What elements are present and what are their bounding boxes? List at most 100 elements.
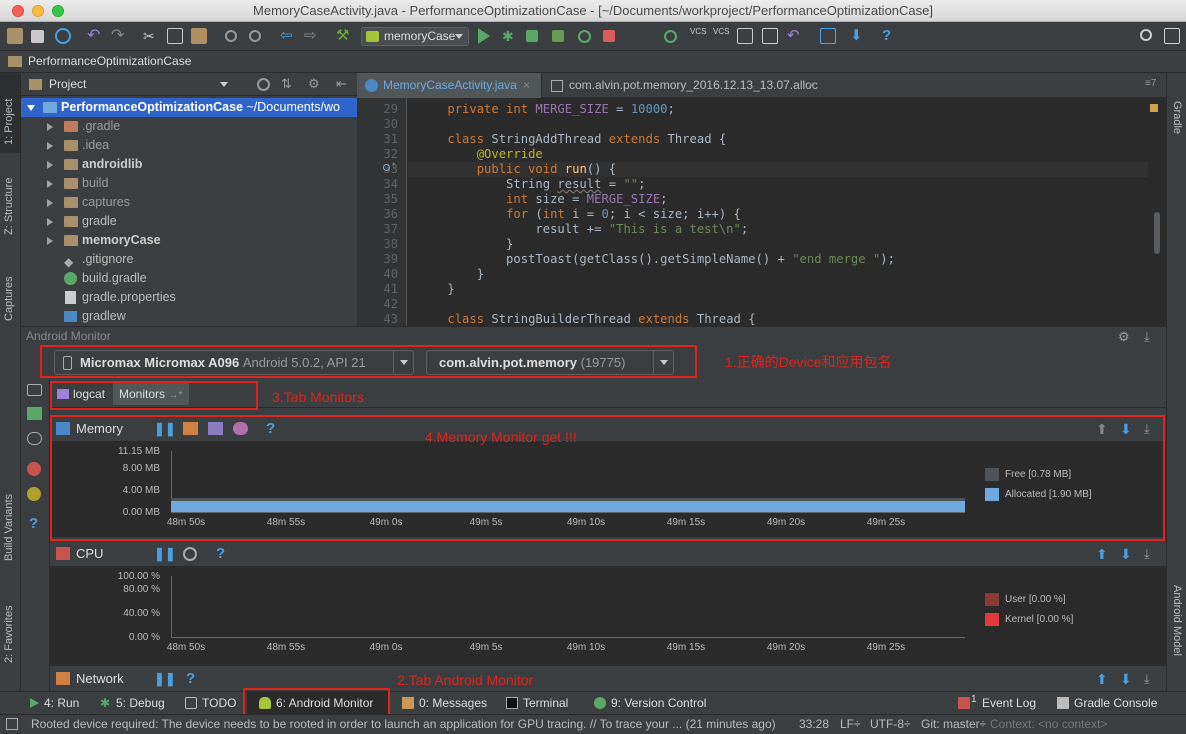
compare-icon[interactable] (737, 28, 753, 44)
git-branch[interactable]: Git: master÷ (921, 715, 986, 734)
screen-capture-icon[interactable] (27, 384, 42, 396)
move-down-icon[interactable]: ⬇ (1120, 542, 1132, 566)
inspection-status-icon[interactable] (1150, 104, 1158, 112)
close-tab-icon[interactable]: × (808, 73, 815, 98)
layout-inspector-icon[interactable] (27, 487, 41, 501)
profile-icon[interactable] (526, 30, 538, 42)
build-variants-tool-tab[interactable]: Build Variants (3, 494, 15, 561)
run-tool-tab[interactable]: 4: Run (30, 692, 79, 714)
help-icon[interactable]: ? (216, 542, 225, 566)
tree-item-build[interactable]: build (21, 174, 357, 193)
help-icon[interactable]: ? (29, 515, 38, 532)
sync-icon[interactable] (55, 28, 71, 44)
breadcrumb[interactable]: PerformanceOptimizationCase (28, 54, 191, 68)
tree-item-gitignore[interactable]: ◆ .gitignore (21, 250, 357, 269)
tab-memorycaseactivity[interactable]: MemoryCaseActivity.java × (357, 73, 542, 98)
redo-icon[interactable]: ↷ (111, 28, 127, 44)
favorites-tool-tab[interactable]: 2: Favorites (3, 606, 15, 663)
move-down-icon[interactable]: ⬇ (1120, 667, 1132, 691)
line-separator[interactable]: LF÷ (840, 715, 861, 734)
attach-debugger-icon[interactable] (552, 30, 564, 42)
captures-tool-tab[interactable]: Captures (3, 276, 15, 321)
toggle-tool-windows-icon[interactable] (6, 718, 18, 730)
tree-item-gradle-dir[interactable]: .gradle (21, 117, 357, 136)
move-up-icon[interactable]: ⬆ (1096, 667, 1108, 691)
layout-icon[interactable] (1164, 28, 1180, 44)
tree-item-memorycase[interactable]: memoryCase (21, 231, 357, 250)
project-tool-tab[interactable]: 1: Project (0, 73, 20, 153)
apply-changes-icon[interactable] (578, 30, 591, 43)
undo-icon[interactable]: ↶ (87, 28, 103, 44)
debug-icon[interactable]: ✱ (502, 28, 518, 44)
pause-icon[interactable]: ❚❚ (154, 542, 176, 566)
tab-alloc-file[interactable]: com.alvin.pot.memory_2016.12.13_13.07.al… (543, 73, 1145, 98)
make-project-icon[interactable]: ⚒ (336, 28, 352, 44)
tree-item-idea[interactable]: .idea (21, 136, 357, 155)
history-icon[interactable] (762, 28, 778, 44)
chevron-down-icon[interactable] (220, 82, 228, 87)
zoom-window-button[interactable] (52, 5, 64, 17)
tree-item-androidlib[interactable]: androidlib (21, 155, 357, 174)
settings-gear-icon[interactable]: ⚙ (308, 76, 320, 92)
file-encoding[interactable]: UTF-8÷ (870, 715, 911, 734)
pause-icon[interactable]: ❚❚ (154, 667, 176, 691)
find-icon[interactable] (225, 30, 237, 42)
paste-icon[interactable] (191, 28, 207, 44)
run-icon[interactable] (478, 28, 490, 44)
scroll-from-source-icon[interactable] (257, 78, 270, 91)
implements-marker-icon[interactable]: ↑ (391, 160, 396, 171)
gradle-tool-tab[interactable]: Gradle (1171, 101, 1183, 134)
tab-overflow[interactable]: ≡7 (1145, 78, 1156, 89)
help-icon[interactable]: ? (882, 28, 898, 44)
close-window-button[interactable] (12, 5, 24, 17)
sdk-manager-icon[interactable]: ⬇ (850, 28, 866, 44)
tree-item-gradlew[interactable]: gradlew (21, 307, 357, 326)
minimize-icon[interactable]: ⤓ (1144, 667, 1150, 691)
back-icon[interactable]: ⇦ (280, 28, 296, 44)
minimize-window-button[interactable] (32, 5, 44, 17)
search-everywhere-icon[interactable] (1140, 29, 1152, 41)
context-indicator[interactable]: Context: <no context> (990, 715, 1107, 734)
override-marker-icon[interactable] (383, 164, 390, 171)
version-control-tool-tab[interactable]: 9: Version Control (594, 692, 706, 714)
project-view-select[interactable]: Project (49, 77, 86, 91)
todo-tool-tab[interactable]: TODO (185, 692, 236, 714)
close-tab-icon[interactable]: × (523, 73, 530, 98)
screen-record-icon[interactable] (27, 407, 42, 420)
save-icon[interactable] (31, 30, 44, 43)
stop-icon[interactable] (603, 30, 615, 42)
collapse-all-icon[interactable]: ⇅ (281, 76, 292, 92)
code-area[interactable]: private int MERGE_SIZE = 10000; class St… (408, 98, 1148, 326)
run-config-select[interactable]: memoryCase (361, 27, 469, 46)
terminate-app-icon[interactable] (27, 462, 41, 476)
tree-item-gradle-properties[interactable]: gradle.properties (21, 288, 357, 307)
forward-icon[interactable]: ⇨ (304, 28, 320, 44)
gradle-sync-icon[interactable] (664, 30, 677, 43)
messages-tool-tab[interactable]: 0: Messages (402, 692, 487, 714)
tree-item-build-gradle[interactable]: build.gradle (21, 269, 357, 288)
tree-root[interactable]: PerformanceOptimizationCase ~/Documents/… (21, 98, 357, 117)
hide-panel-icon[interactable]: ⤓ (1144, 327, 1150, 346)
open-folder-icon[interactable] (7, 28, 23, 44)
terminal-tool-tab[interactable]: Terminal (506, 692, 568, 714)
cursor-position[interactable]: 33:28 (799, 715, 829, 734)
cut-icon[interactable]: ✂ (143, 28, 159, 44)
gradle-console-tool-tab[interactable]: Gradle Console (1057, 692, 1157, 714)
move-up-icon[interactable]: ⬆ (1096, 542, 1108, 566)
status-message[interactable]: Rooted device required: The device needs… (31, 715, 776, 734)
tree-item-captures[interactable]: captures (21, 193, 357, 212)
system-info-icon[interactable] (27, 432, 42, 445)
method-trace-icon[interactable] (183, 547, 197, 561)
android-model-tool-tab[interactable]: Android Model (1171, 585, 1183, 656)
copy-icon[interactable] (167, 28, 183, 44)
settings-gear-icon[interactable]: ⚙ (1118, 327, 1130, 346)
debug-tool-tab[interactable]: ✱ 5: Debug (100, 692, 165, 714)
replace-icon[interactable] (249, 30, 261, 42)
tree-item-gradle[interactable]: gradle (21, 212, 357, 231)
minimize-icon[interactable]: ⤓ (1144, 542, 1150, 566)
vcs-commit-icon[interactable]: VCS (713, 28, 729, 44)
project-structure-icon[interactable] (820, 28, 836, 44)
event-log-tool-tab[interactable]: 1 Event Log (958, 692, 1036, 714)
help-icon[interactable]: ? (186, 667, 195, 691)
editor-scrollbar[interactable] (1154, 212, 1160, 254)
